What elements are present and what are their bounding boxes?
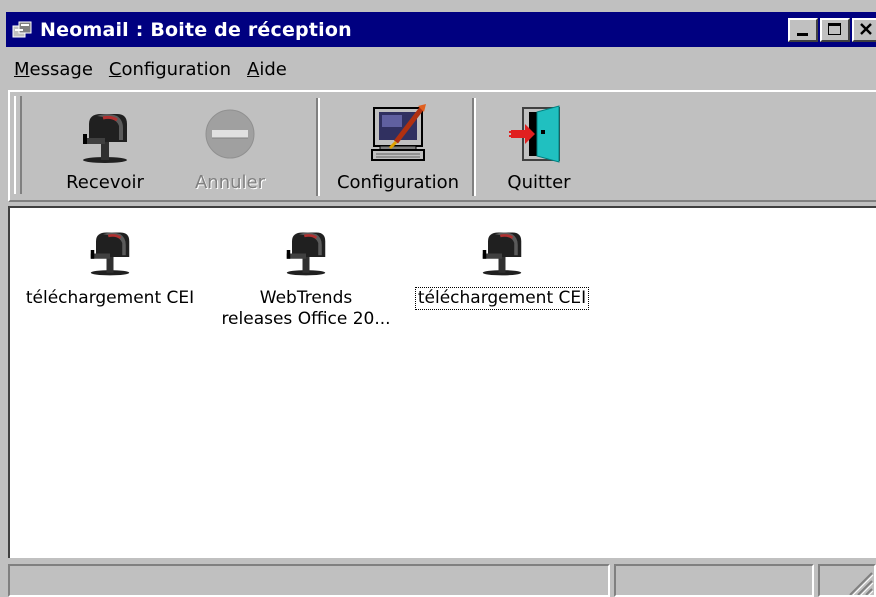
mailbox-icon: [482, 232, 522, 276]
app-window: Neomail : Boite de réception Message Con…: [0, 0, 876, 597]
toolbar-separator: [472, 98, 476, 196]
menu-aide-label: ide: [259, 58, 287, 80]
resize-grip-icon[interactable]: [844, 567, 874, 595]
maximize-button[interactable]: [820, 18, 850, 42]
minimize-button[interactable]: [788, 18, 818, 42]
computer-tools-icon: [371, 104, 426, 161]
toolbar-grip[interactable]: [14, 96, 22, 194]
status-bar: [8, 564, 876, 597]
receive-button[interactable]: Recevoir: [50, 96, 160, 198]
title-bar[interactable]: Neomail : Boite de réception: [6, 12, 876, 47]
app-icon[interactable]: [12, 20, 32, 40]
status-pane-secondary: [614, 564, 814, 597]
mailbox-caption: téléchargement CEI: [414, 287, 590, 310]
status-pane-grip: [818, 564, 876, 597]
exit-door-icon: [509, 105, 560, 163]
status-pane-main: [8, 564, 610, 597]
menu-configuration-accel: C: [108, 58, 122, 80]
toolbar: Recevoir Annuler Configuration Quitter: [8, 90, 876, 202]
mailbox-item-selected[interactable]: téléchargement CEI: [402, 220, 602, 310]
mailbox-icon: [83, 114, 127, 163]
mailbox-list[interactable]: téléchargement CEI WebTrends releases Of…: [8, 206, 876, 558]
mailbox-name: WebTrends: [259, 288, 353, 308]
menu-aide[interactable]: Aide: [239, 59, 295, 80]
menu-configuration-label: onfiguration: [121, 58, 231, 80]
mailbox-caption: WebTrends releases Office 20...: [219, 288, 392, 330]
cancel-label: Annuler: [194, 172, 265, 193]
menu-aide-accel: A: [247, 58, 260, 80]
window-title: Neomail : Boite de réception: [40, 18, 352, 41]
menu-message-accel: M: [14, 58, 30, 80]
mailbox-icon: [90, 232, 130, 276]
menu-message-label: essage: [29, 58, 93, 80]
menu-bar: Message Configuration Aide: [6, 52, 295, 86]
cancel-icon: [205, 109, 255, 159]
quit-label: Quitter: [507, 172, 571, 193]
close-button[interactable]: [852, 18, 876, 42]
toolbar-separator: [316, 98, 320, 196]
mailbox-name-cont: releases Office 20...: [221, 309, 391, 329]
mailbox-name: téléchargement CEI: [417, 288, 587, 308]
close-icon: [860, 23, 872, 35]
menu-configuration[interactable]: Configuration: [101, 59, 239, 80]
mailbox-name: téléchargement CEI: [25, 288, 195, 308]
caption-buttons: [788, 18, 876, 42]
mailbox-caption: téléchargement CEI: [24, 288, 196, 309]
minimize-icon: [797, 33, 808, 36]
quit-button[interactable]: Quitter: [484, 96, 594, 198]
receive-label: Recevoir: [66, 172, 144, 193]
mailbox-item[interactable]: téléchargement CEI: [10, 220, 210, 309]
maximize-icon: [828, 23, 841, 35]
configuration-label: Configuration: [336, 172, 460, 193]
configuration-button[interactable]: Configuration: [328, 96, 468, 198]
mailbox-item[interactable]: WebTrends releases Office 20...: [206, 220, 406, 330]
mailbox-icon: [286, 232, 326, 276]
cancel-button[interactable]: Annuler: [180, 96, 280, 198]
menu-message[interactable]: Message: [6, 59, 101, 80]
